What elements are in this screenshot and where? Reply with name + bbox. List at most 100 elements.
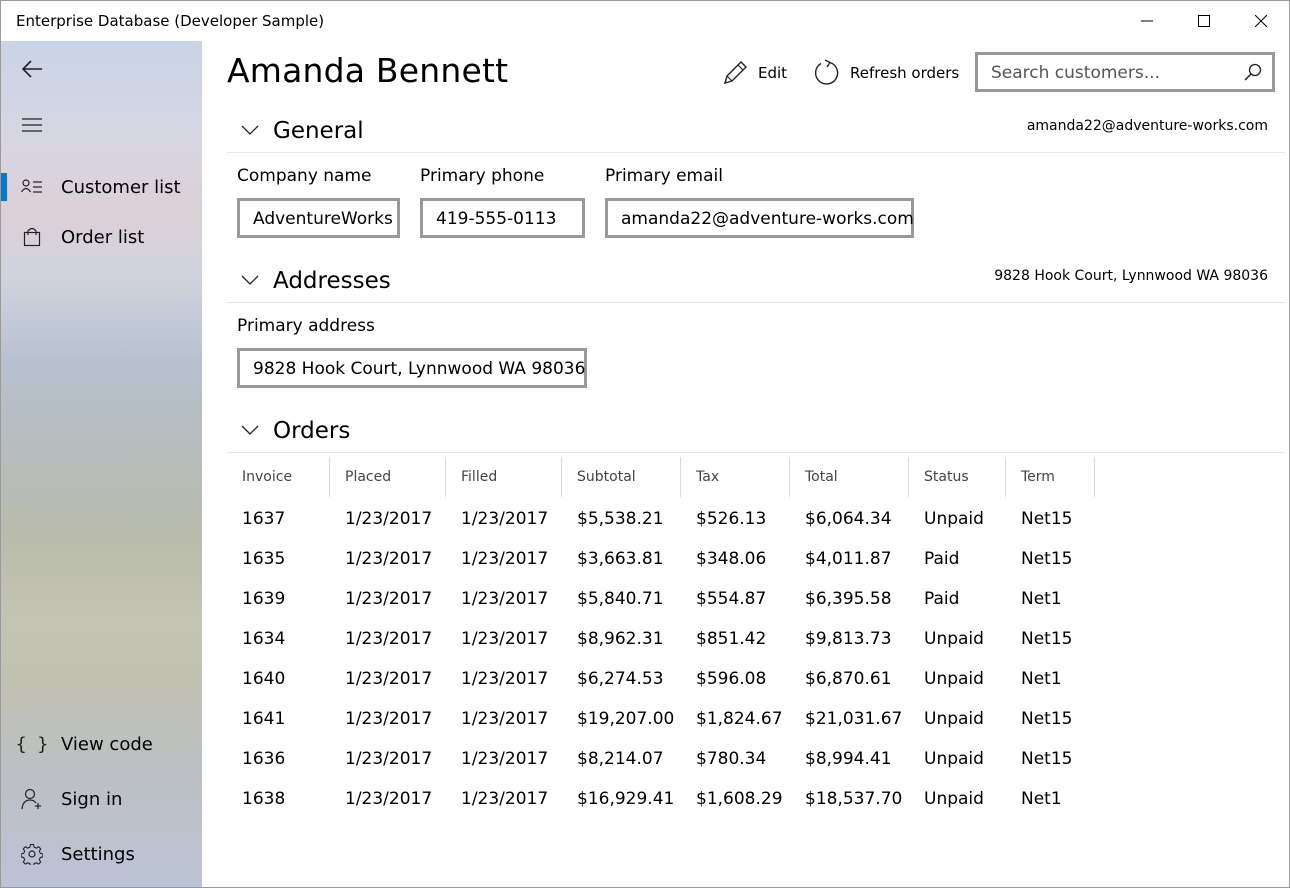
search-icon[interactable] — [1244, 63, 1262, 85]
close-button[interactable] — [1232, 1, 1289, 41]
table-cell: $6,870.61 — [805, 669, 892, 689]
column-header[interactable]: Invoice — [227, 457, 330, 497]
refresh-orders-button[interactable]: Refresh orders — [812, 55, 959, 91]
table-cell: $6,395.58 — [805, 589, 892, 609]
table-cell: $4,011.87 — [805, 549, 892, 569]
nav-item-customer-list[interactable]: Customer list — [1, 163, 202, 211]
nav-item-label: Customer list — [61, 176, 181, 198]
column-header-label: Term — [1021, 469, 1055, 485]
edit-button[interactable]: Edit — [722, 55, 787, 91]
addresses-section-header[interactable]: Addresses 9828 Hook Court, Lynnwood WA 9… — [227, 263, 1285, 303]
column-header-label: Status — [924, 469, 969, 485]
section-summary: amanda22@adventure-works.com — [1026, 118, 1268, 134]
table-row[interactable]: 1641 1/23/2017 1/23/2017 $19,207.00 $1,824.6… — [227, 705, 1095, 741]
primary-email-field[interactable]: amanda22@adventure-works.com — [605, 198, 914, 238]
nav-item-settings[interactable]: Settings — [1, 830, 202, 878]
table-cell: 1/23/2017 — [345, 509, 433, 529]
edit-label: Edit — [758, 64, 788, 82]
table-cell: 1/23/2017 — [345, 749, 433, 769]
nav-item-order-list[interactable]: Order list — [1, 213, 202, 261]
maximize-button[interactable] — [1175, 1, 1232, 41]
nav-item-sign-in[interactable]: Sign in — [1, 775, 202, 823]
nav-item-label: View code — [61, 733, 153, 755]
title-bar: Enterprise Database (Developer Sample) — [1, 1, 1289, 41]
table-cell: $8,994.41 — [805, 749, 892, 769]
table-cell: 1637 — [242, 509, 286, 529]
table-cell: 1/23/2017 — [461, 509, 549, 529]
table-row[interactable]: 1634 1/23/2017 1/23/2017 $8,962.31 $851.42 $9… — [227, 625, 1095, 661]
back-arrow-icon — [20, 57, 44, 81]
search-box[interactable]: Search customers... — [975, 52, 1275, 92]
hamburger-icon — [20, 113, 44, 137]
search-input[interactable]: Search customers... — [991, 63, 1160, 83]
company-name-field[interactable]: AdventureWorks — [237, 198, 400, 238]
table-row[interactable]: 1640 1/23/2017 1/23/2017 $6,274.53 $596.08 $6… — [227, 665, 1095, 701]
primary-phone-label: Primary phone — [420, 166, 545, 186]
orders-section-header[interactable]: Orders — [227, 413, 1285, 453]
refresh-icon — [814, 59, 839, 85]
table-cell: Net15 — [1021, 749, 1073, 769]
column-header-label: Tax — [696, 469, 720, 485]
column-header[interactable]: Filled — [446, 457, 562, 497]
table-cell: 1639 — [242, 589, 286, 609]
table-cell: $5,840.71 — [577, 589, 664, 609]
primary-address-value: 9828 Hook Court, Lynnwood WA 98036 — [253, 359, 586, 379]
table-row[interactable]: 1639 1/23/2017 1/23/2017 $5,840.71 $554.87 $6… — [227, 585, 1095, 621]
close-icon — [1254, 15, 1267, 27]
table-cell: $16,929.41 — [577, 789, 675, 809]
nav-item-label: Sign in — [61, 788, 123, 810]
minimize-icon — [1140, 20, 1153, 22]
table-cell: Net15 — [1021, 549, 1073, 569]
table-cell: 1638 — [242, 789, 286, 809]
chevron-down-icon — [241, 125, 259, 135]
table-cell: $6,274.53 — [577, 669, 664, 689]
table-cell: $554.87 — [696, 589, 767, 609]
column-header[interactable]: Total — [790, 457, 909, 497]
table-cell: Unpaid — [924, 709, 984, 729]
table-cell: $851.42 — [696, 629, 767, 649]
table-row[interactable]: 1637 1/23/2017 1/23/2017 $5,538.21 $526.13 $6… — [227, 505, 1095, 541]
table-cell: $3,663.81 — [577, 549, 664, 569]
table-row[interactable]: 1636 1/23/2017 1/23/2017 $8,214.07 $780.34 $8… — [227, 745, 1095, 781]
app-window: Enterprise Database (Developer Sample) C… — [0, 0, 1290, 888]
table-cell: 1/23/2017 — [345, 589, 433, 609]
column-header[interactable]: Term — [1006, 457, 1095, 497]
primary-email-label: Primary email — [605, 166, 723, 186]
table-cell: 1/23/2017 — [345, 629, 433, 649]
table-cell: 1/23/2017 — [345, 789, 433, 809]
table-cell: $9,813.73 — [805, 629, 892, 649]
primary-phone-field[interactable]: 419-555-0113 — [420, 198, 585, 238]
column-header[interactable]: Subtotal — [562, 457, 681, 497]
general-section-header[interactable]: General amanda22@adventure-works.com — [227, 113, 1285, 153]
column-header-label: Placed — [345, 469, 392, 485]
minimize-button[interactable] — [1118, 1, 1175, 41]
table-cell: Net1 — [1021, 669, 1062, 689]
nav-item-view-code[interactable]: { } View code — [1, 720, 202, 768]
table-cell: $5,538.21 — [577, 509, 664, 529]
back-button[interactable] — [1, 45, 202, 93]
table-cell: Unpaid — [924, 749, 984, 769]
table-row[interactable]: 1638 1/23/2017 1/23/2017 $16,929.41 $1,608.2… — [227, 785, 1095, 821]
window-title: Enterprise Database (Developer Sample) — [16, 12, 325, 30]
table-cell: 1634 — [242, 629, 286, 649]
table-cell: 1/23/2017 — [461, 669, 549, 689]
table-cell: Net15 — [1021, 629, 1073, 649]
hamburger-menu-button[interactable] — [1, 101, 202, 149]
table-row[interactable]: 1635 1/23/2017 1/23/2017 $3,663.81 $348.06 $4… — [227, 545, 1095, 581]
table-cell: Net15 — [1021, 709, 1073, 729]
primary-address-field[interactable]: 9828 Hook Court, Lynnwood WA 98036 — [237, 348, 587, 388]
pencil-icon — [723, 61, 747, 85]
column-header[interactable]: Status — [909, 457, 1006, 497]
table-cell: Unpaid — [924, 669, 984, 689]
table-cell: $526.13 — [696, 509, 767, 529]
table-cell: 1/23/2017 — [461, 589, 549, 609]
table-cell: $596.08 — [696, 669, 767, 689]
column-header-label: Subtotal — [577, 469, 636, 485]
column-header[interactable]: Placed — [330, 457, 446, 497]
column-header[interactable]: Tax — [681, 457, 790, 497]
selection-indicator — [1, 173, 7, 201]
table-cell: 1636 — [242, 749, 286, 769]
column-header-label: Total — [805, 469, 838, 485]
shopping-bag-icon — [20, 225, 44, 249]
table-cell: Unpaid — [924, 789, 984, 809]
